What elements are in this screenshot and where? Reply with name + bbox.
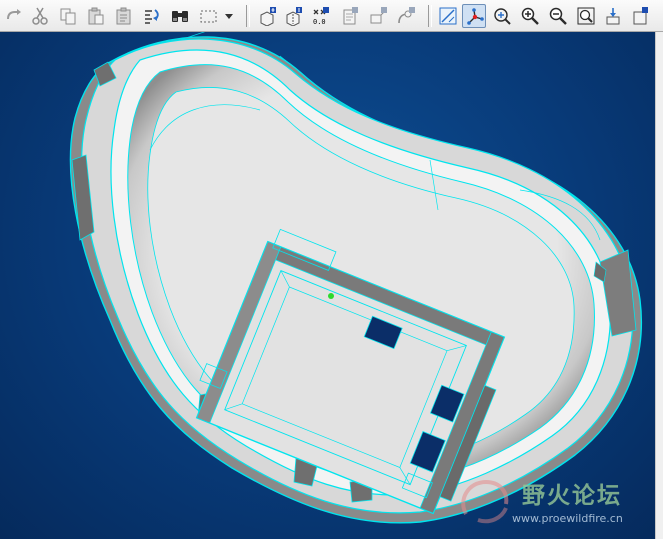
more-button[interactable]: [628, 4, 652, 28]
find-button[interactable]: [168, 4, 192, 28]
reorient-button[interactable]: [602, 4, 626, 28]
vertical-scrollbar[interactable]: [655, 32, 663, 539]
spin-center-icon: [398, 7, 415, 24]
chevron-down-icon: [225, 14, 233, 19]
select-box-icon: [200, 10, 217, 23]
annotation-icon: [370, 7, 387, 24]
paste-icon: [88, 7, 104, 25]
cut-button[interactable]: [28, 4, 52, 28]
more-icon: [633, 7, 648, 25]
kidney-shell-model[interactable]: [0, 32, 663, 539]
datum-axes-button[interactable]: [282, 4, 306, 28]
binoculars-icon: [172, 11, 188, 22]
watermark-url: www.proewildfire.cn: [512, 512, 623, 525]
repaint-icon: [439, 7, 457, 25]
datum-planes-button[interactable]: [256, 4, 280, 28]
datum-point-label: 0.0: [313, 18, 326, 26]
select-box-button[interactable]: [196, 4, 220, 28]
repaint-button[interactable]: [436, 4, 460, 28]
regenerate-button[interactable]: [140, 4, 164, 28]
copy-icon: [60, 8, 76, 25]
datum-plane-icon: [260, 7, 276, 26]
refit-button[interactable]: [574, 4, 598, 28]
refit-icon: [577, 7, 595, 25]
spin-center-button[interactable]: [394, 4, 418, 28]
toolbar-separator: [246, 5, 250, 27]
datum-csys-button[interactable]: [338, 4, 362, 28]
regenerate-icon: [145, 9, 159, 24]
toolbar-separator: [428, 5, 432, 27]
paste-button[interactable]: [84, 4, 108, 28]
datum-axis-icon: [286, 7, 302, 26]
zoom-in-button[interactable]: [518, 4, 542, 28]
redo-icon: [7, 9, 21, 20]
zoom-out-button[interactable]: [546, 4, 570, 28]
redo-button[interactable]: [2, 4, 26, 28]
orient-icon: [467, 8, 484, 25]
watermark-title: 野火论坛: [522, 483, 622, 509]
datum-point-icon: 0.0: [313, 7, 329, 26]
saved-views-button[interactable]: [490, 4, 514, 28]
watermark-logo-icon: [461, 479, 509, 524]
selection-marker: [328, 293, 334, 299]
reorient-icon: [606, 8, 620, 25]
csys-icon: [343, 7, 358, 25]
copy-button[interactable]: [56, 4, 80, 28]
datum-points-button[interactable]: 0.0: [308, 4, 332, 28]
forum-watermark: 野火论坛 www.proewildfire.cn: [450, 470, 656, 532]
saved-views-icon: [494, 8, 511, 25]
zoom-in-icon: [521, 7, 539, 25]
paste-special-icon: [116, 7, 131, 25]
annotation-button[interactable]: [366, 4, 390, 28]
model-viewport[interactable]: [0, 32, 663, 539]
main-toolbar: 0.0: [0, 0, 663, 32]
scissors-icon: [32, 7, 48, 25]
orient-mode-button[interactable]: [462, 4, 486, 28]
select-dropdown-button[interactable]: [222, 4, 236, 28]
paste-special-button[interactable]: [112, 4, 136, 28]
zoom-out-icon: [549, 7, 567, 25]
